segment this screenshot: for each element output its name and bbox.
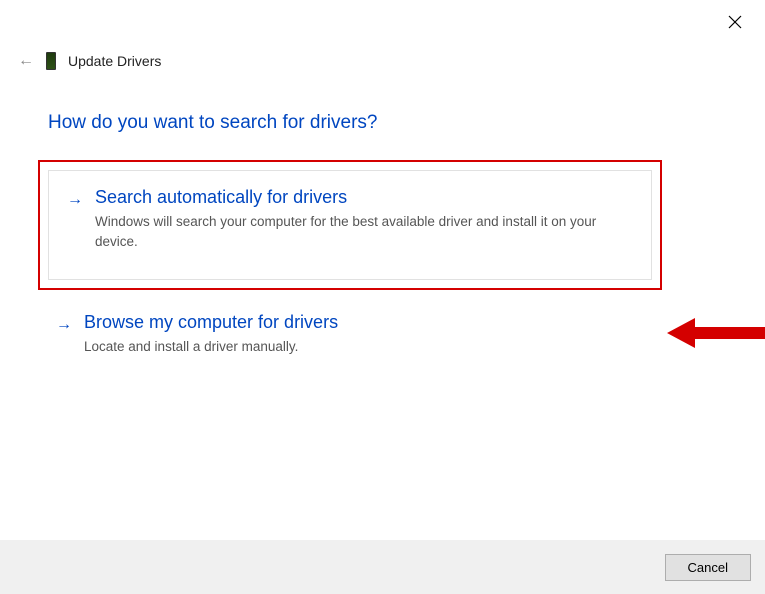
option-content: Search automatically for drivers Windows…	[95, 187, 633, 251]
back-button[interactable]: ←	[18, 52, 34, 70]
option-title: Browse my computer for drivers	[84, 312, 644, 333]
close-button[interactable]	[725, 12, 745, 32]
annotation-arrow-icon	[667, 308, 765, 358]
footer-bar: Cancel	[0, 540, 765, 594]
option-browse-computer[interactable]: → Browse my computer for drivers Locate …	[38, 308, 662, 365]
option-title: Search automatically for drivers	[95, 187, 633, 208]
options-area: → Search automatically for drivers Windo…	[38, 160, 662, 365]
arrow-right-icon: →	[56, 316, 72, 357]
annotation-highlight-box: → Search automatically for drivers Windo…	[38, 160, 662, 290]
header-row: ← Update Drivers	[18, 52, 161, 70]
device-icon	[46, 52, 56, 70]
arrow-right-icon: →	[67, 191, 83, 251]
option-content: Browse my computer for drivers Locate an…	[84, 312, 644, 357]
page-heading: How do you want to search for drivers?	[48, 112, 378, 134]
option-search-automatically[interactable]: → Search automatically for drivers Windo…	[48, 170, 652, 280]
option-description: Windows will search your computer for th…	[95, 212, 633, 251]
option-description: Locate and install a driver manually.	[84, 337, 644, 357]
close-icon	[728, 15, 742, 29]
window-title: Update Drivers	[68, 53, 161, 69]
cancel-button[interactable]: Cancel	[665, 554, 751, 581]
